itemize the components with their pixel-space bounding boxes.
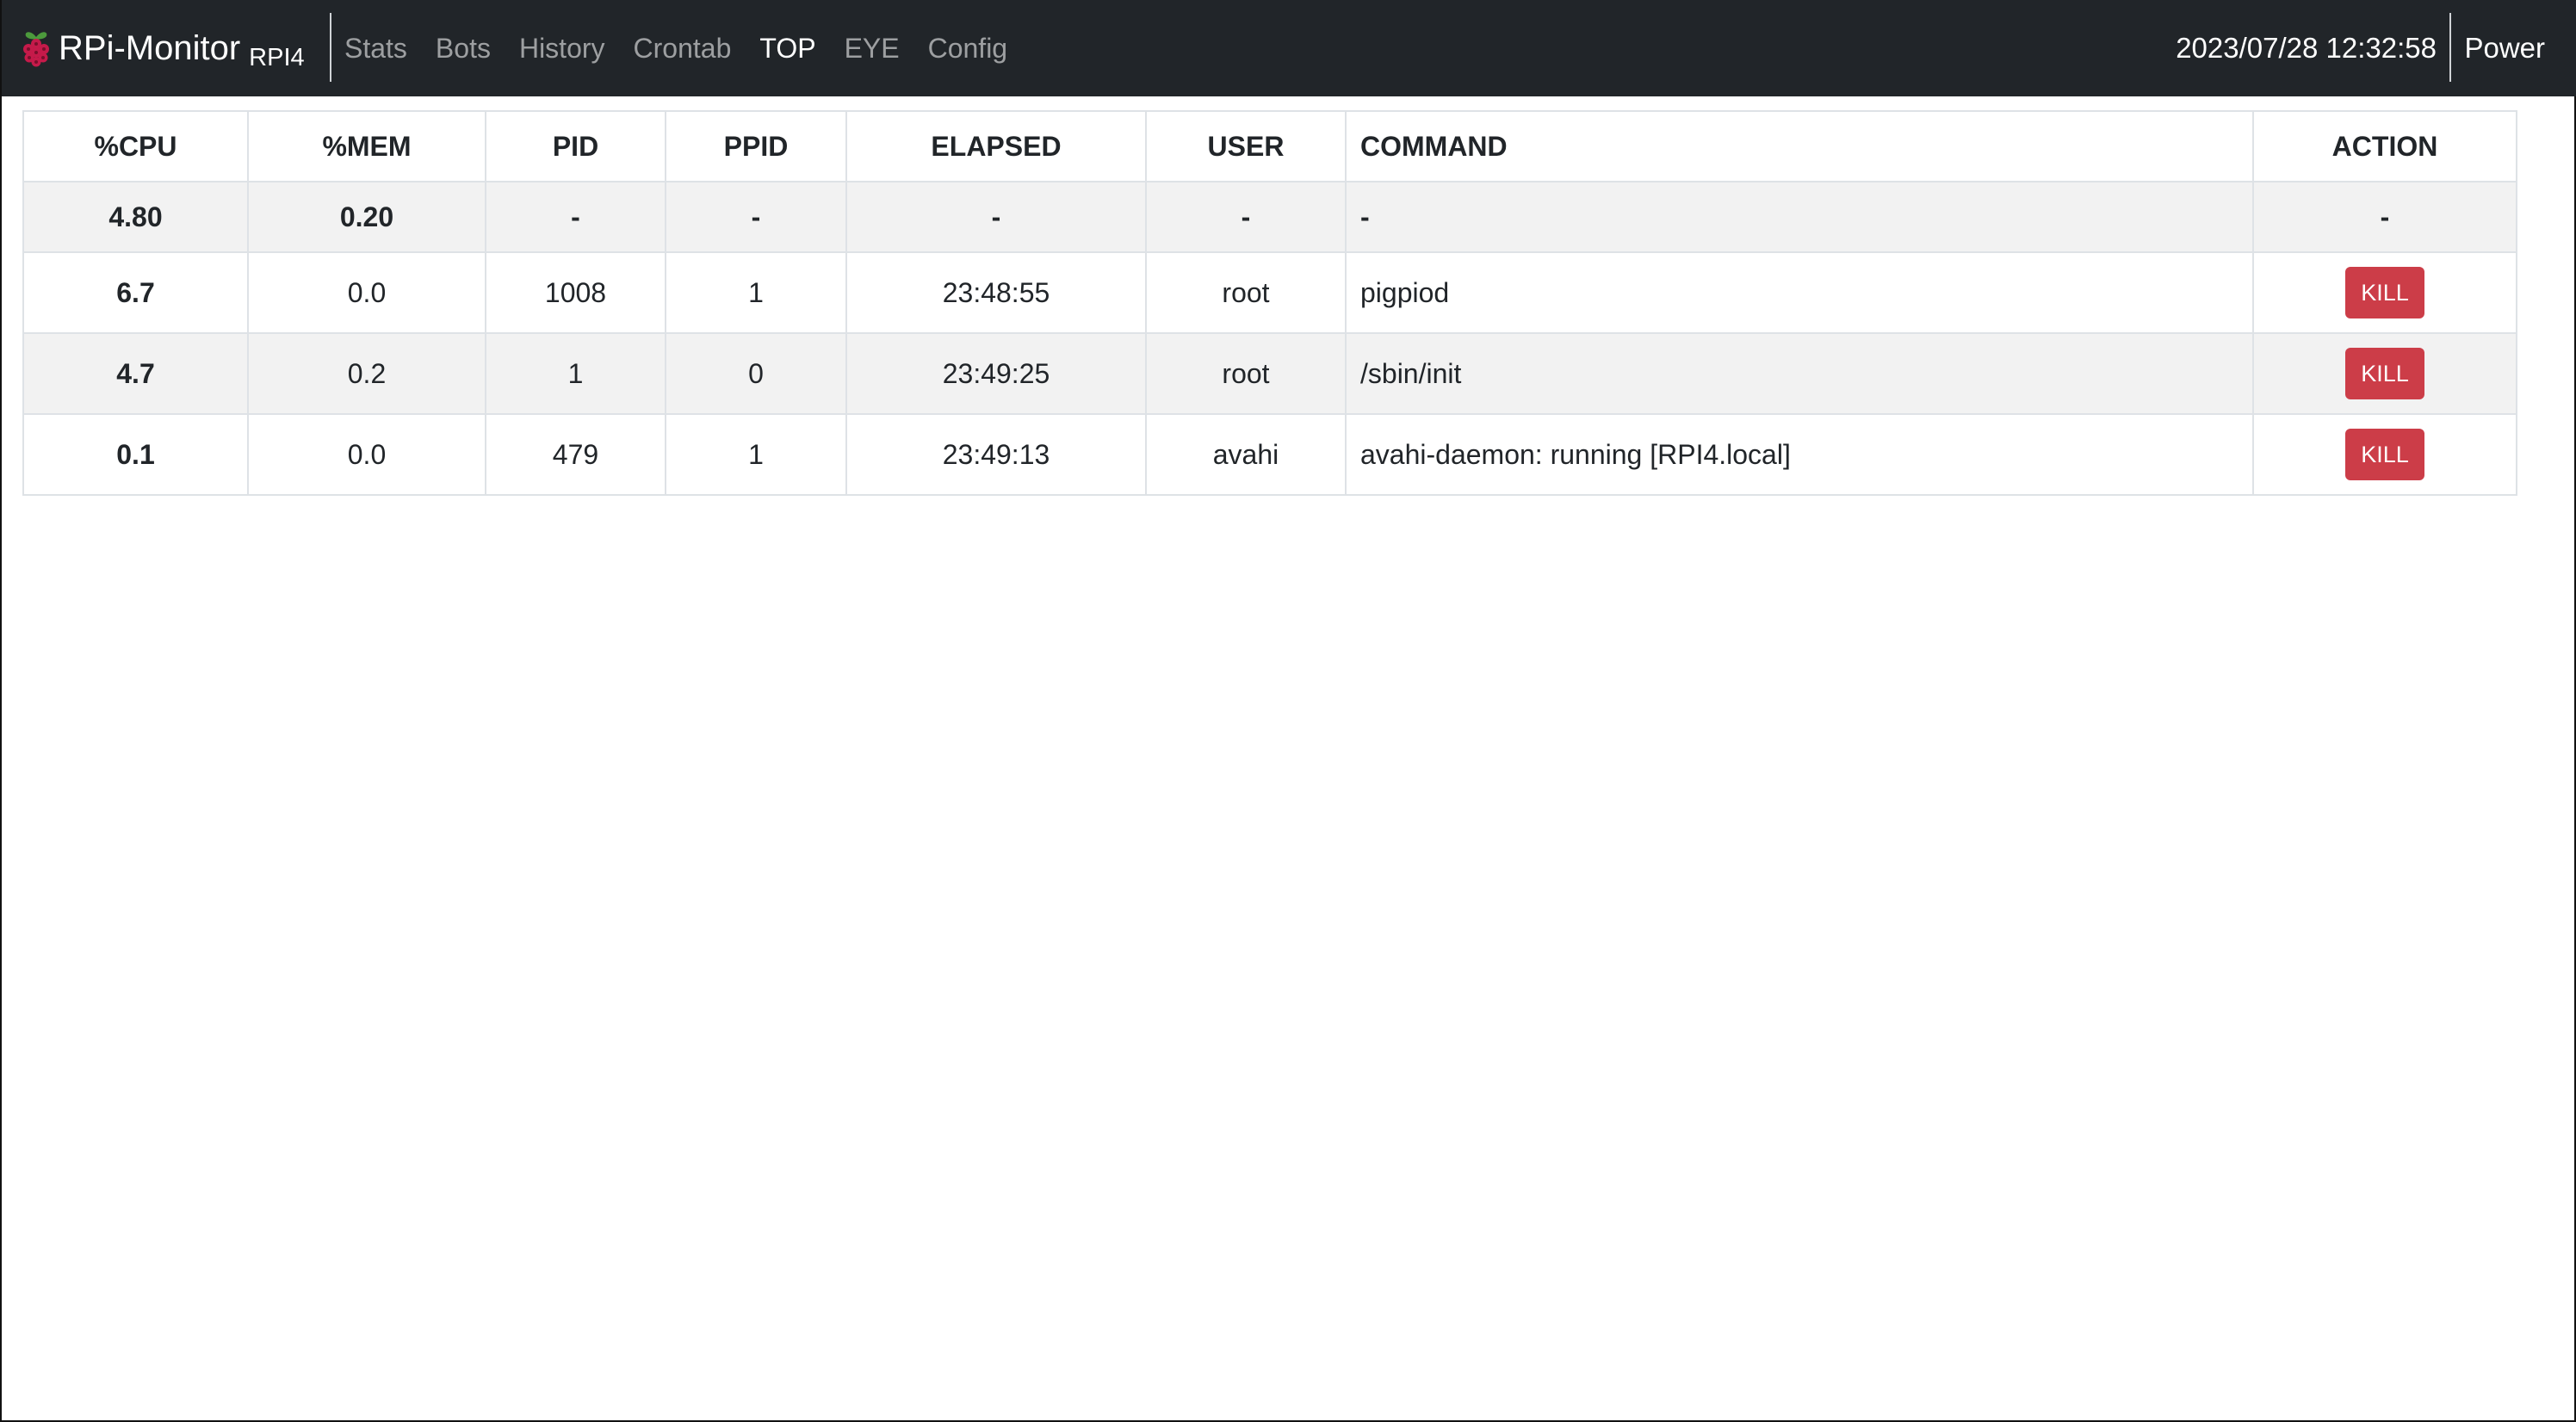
cell-cpu: 6.7 [22, 251, 249, 334]
cell-cpu: 4.7 [22, 332, 249, 415]
navbar: RPi-Monitor RPI4 Stats Bots History Cron… [2, 0, 2576, 96]
table-header-row: %CPU %MEM PID PPID ELAPSED USER COMMAND … [22, 110, 2517, 182]
brand-hostname: RPI4 [249, 43, 305, 71]
cell-mem: 0.2 [247, 332, 486, 415]
header-cpu[interactable]: %CPU [22, 110, 249, 182]
nav-divider [330, 13, 331, 82]
header-user[interactable]: USER [1145, 110, 1347, 182]
process-table: %CPU %MEM PID PPID ELAPSED USER COMMAND … [22, 110, 2517, 496]
power-menu[interactable]: Power [2464, 0, 2545, 96]
nav-link-config[interactable]: Config [928, 33, 1008, 65]
nav-link-eye[interactable]: EYE [845, 33, 900, 65]
kill-button[interactable]: KILL [2345, 267, 2424, 318]
table-row: 0.1 0.0 479 1 23:49:13 avahi avahi-daemo… [22, 413, 2517, 496]
nav-link-crontab[interactable]: Crontab [634, 33, 732, 65]
header-elapsed[interactable]: ELAPSED [845, 110, 1147, 182]
datetime-display: 2023/07/28 12:32:58 [2176, 32, 2437, 64]
cell-action: KILL [2252, 332, 2517, 415]
cell-ppid: 1 [665, 251, 847, 334]
cell-elapsed: 23:49:13 [845, 413, 1147, 496]
nav-link-bots[interactable]: Bots [436, 33, 491, 65]
summary-ppid: - [665, 181, 847, 253]
brand-name: RPi-Monitor [59, 28, 241, 67]
header-mem[interactable]: %MEM [247, 110, 486, 182]
cell-action: KILL [2252, 251, 2517, 334]
cell-mem: 0.0 [247, 251, 486, 334]
summary-command: - [1345, 181, 2254, 253]
nav-link-history[interactable]: History [519, 33, 605, 65]
header-action: ACTION [2252, 110, 2517, 182]
summary-row: 4.80 0.20 - - - - - - [22, 181, 2517, 253]
cell-command: /sbin/init [1345, 332, 2254, 415]
summary-action: - [2252, 181, 2517, 253]
cell-pid: 479 [485, 413, 666, 496]
cell-elapsed: 23:48:55 [845, 251, 1147, 334]
cell-user: root [1145, 251, 1347, 334]
table-row: 6.7 0.0 1008 1 23:48:55 root pigpiod KIL… [22, 251, 2517, 334]
header-ppid[interactable]: PPID [665, 110, 847, 182]
header-pid[interactable]: PID [485, 110, 666, 182]
cell-pid: 1008 [485, 251, 666, 334]
kill-button[interactable]: KILL [2345, 429, 2424, 480]
summary-pid: - [485, 181, 666, 253]
nav-link-stats[interactable]: Stats [344, 33, 407, 65]
cell-command: avahi-daemon: running [RPI4.local] [1345, 413, 2254, 496]
table-row: 4.7 0.2 1 0 23:49:25 root /sbin/init KIL… [22, 332, 2517, 415]
summary-cpu: 4.80 [22, 181, 249, 253]
cell-elapsed: 23:49:25 [845, 332, 1147, 415]
cell-ppid: 1 [665, 413, 847, 496]
raspberry-icon [23, 32, 49, 67]
summary-mem: 0.20 [247, 181, 486, 253]
summary-elapsed: - [845, 181, 1147, 253]
cell-command: pigpiod [1345, 251, 2254, 334]
cell-user: root [1145, 332, 1347, 415]
brand[interactable]: RPi-Monitor RPI4 [19, 0, 305, 96]
nav-link-top[interactable]: TOP [759, 33, 815, 65]
cell-ppid: 0 [665, 332, 847, 415]
header-command[interactable]: COMMAND [1345, 110, 2254, 182]
nav-links: Stats Bots History Crontab TOP EYE Confi… [344, 0, 1036, 96]
cell-cpu: 0.1 [22, 413, 249, 496]
cell-action: KILL [2252, 413, 2517, 496]
cell-pid: 1 [485, 332, 666, 415]
app-window: RPi-Monitor RPI4 Stats Bots History Cron… [0, 0, 2576, 1422]
kill-button[interactable]: KILL [2345, 348, 2424, 399]
nav-divider [2449, 13, 2451, 82]
summary-user: - [1145, 181, 1347, 253]
cell-user: avahi [1145, 413, 1347, 496]
cell-mem: 0.0 [247, 413, 486, 496]
